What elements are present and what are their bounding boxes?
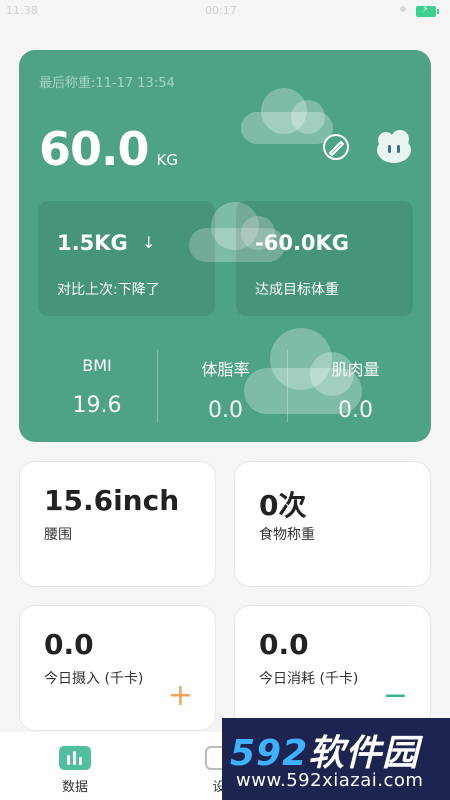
watermark-brand: 592软件园	[230, 733, 420, 774]
add-burn-button[interactable]: −	[383, 681, 408, 711]
metric-value: 19.6	[72, 393, 122, 418]
burn-card[interactable]: 0.0 今日消耗 (千卡) −	[234, 605, 431, 731]
metric-label: BMI	[82, 356, 112, 375]
arrow-down-icon: ↓	[142, 233, 156, 252]
card-value: 0.0	[44, 628, 94, 661]
card-label: 腰围	[44, 527, 72, 543]
card-label: 食物称重	[259, 527, 315, 543]
intake-card[interactable]: 0.0 今日摄入 (千卡) +	[19, 605, 216, 731]
watermark-logo: 592软件园 www.592xiazai.com	[222, 718, 450, 800]
metric-body-fat: 体脂率 0.0	[157, 350, 293, 423]
battery-icon: ⚡	[416, 4, 439, 17]
nav-label: 数据	[61, 780, 88, 795]
cloud-decoration	[241, 88, 333, 144]
edit-icon[interactable]	[321, 132, 351, 162]
goal-label: 达成目标体重	[255, 282, 339, 298]
card-value: 0.0	[259, 628, 309, 661]
goal-value: -60.0KG	[255, 231, 350, 255]
current-weight: 60.0 KG	[39, 122, 178, 176]
add-intake-button[interactable]: +	[168, 681, 193, 711]
metric-label: 体脂率	[201, 360, 250, 379]
metric-label: 肌肉量	[331, 360, 380, 379]
weight-change-box: 1.5KG ↓ 对比上次:下降了	[38, 201, 215, 316]
metric-value: 0.0	[208, 398, 243, 423]
nav-item-data[interactable]: 数据	[40, 746, 110, 795]
card-label: 今日摄入 (千卡)	[44, 671, 144, 687]
last-weigh-time: 最后称重:11-17 13:54	[39, 76, 175, 91]
metric-value: 0.0	[338, 398, 373, 423]
watermark-url: www.592xiazai.com	[236, 770, 424, 791]
weight-value: 60.0	[39, 122, 149, 176]
weight-unit: KG	[156, 151, 178, 169]
chart-icon	[59, 746, 91, 770]
status-bar: 11:38 00:17 ⚡	[0, 0, 450, 24]
status-clock: 00:17	[205, 4, 237, 17]
weight-summary-card: 最后称重:11-17 13:54 60.0 KG 1.5KG ↓ 对比上次:下降…	[19, 50, 431, 442]
card-value: 15.6inch	[44, 484, 180, 517]
metric-bmi: BMI 19.6	[29, 350, 165, 422]
weight-change-value: 1.5KG	[57, 231, 128, 255]
food-weigh-card[interactable]: 0次 食物称重	[234, 461, 431, 587]
status-time: 11:38	[6, 4, 38, 17]
goal-box: -60.0KG 达成目标体重	[236, 201, 413, 316]
metric-muscle: 肌肉量 0.0	[287, 350, 423, 423]
signal-icon	[400, 6, 406, 12]
waist-card[interactable]: 15.6inch 腰围	[19, 461, 216, 587]
card-label: 今日消耗 (千卡)	[259, 671, 359, 687]
card-value: 0次	[259, 489, 307, 522]
mascot-icon[interactable]	[375, 130, 413, 164]
weight-change-label: 对比上次:下降了	[57, 282, 160, 298]
